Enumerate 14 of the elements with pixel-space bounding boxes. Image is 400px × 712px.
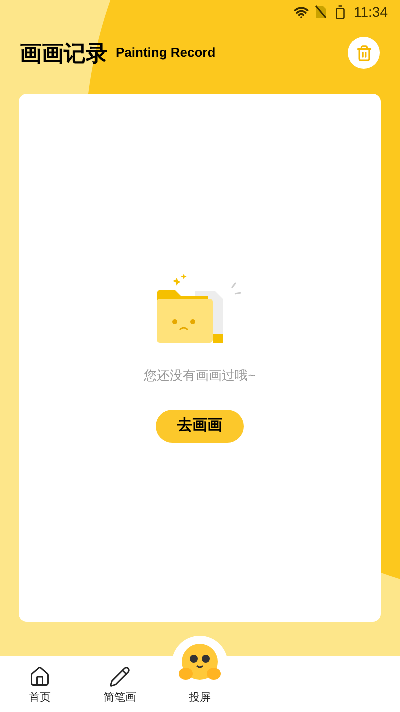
no-sim-icon (315, 5, 327, 19)
home-icon (29, 666, 51, 688)
tab-item[interactable]: 简笔画 (80, 656, 160, 712)
go-draw-button[interactable]: 去画画 (156, 410, 244, 442)
battery-icon (333, 4, 348, 20)
page-subtitle: Painting Record (116, 44, 216, 62)
trash-icon (356, 44, 372, 62)
status-time: 11:34 (354, 2, 388, 22)
pencil-icon (109, 666, 131, 688)
tab-item[interactable]: 首页 (0, 656, 80, 712)
page-title: 画画记录 (20, 40, 108, 68)
empty-message: 您还没有画画过哦~ (144, 367, 256, 385)
wifi-icon (294, 4, 309, 20)
tab-item[interactable]: 投屏 (160, 624, 240, 712)
